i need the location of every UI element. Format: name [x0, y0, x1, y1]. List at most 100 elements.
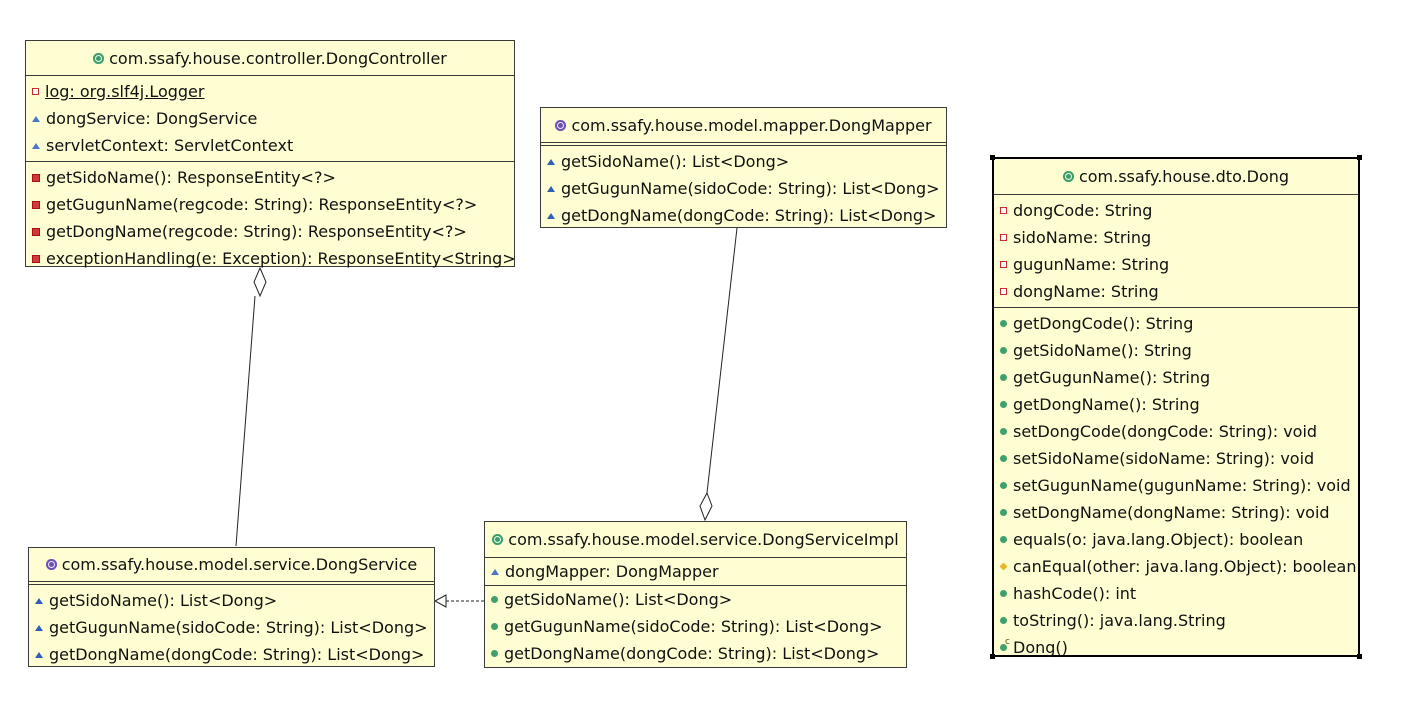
- package-field-icon: [32, 142, 40, 149]
- method-row[interactable]: hashCode(): int: [994, 580, 1358, 607]
- method-row[interactable]: setGugunName(gugunName: String): void: [994, 472, 1358, 499]
- private-field-icon: [1000, 207, 1007, 214]
- field-text: dongName: String: [1013, 282, 1159, 301]
- method-text: getGugunName(): String: [1013, 368, 1211, 387]
- method-text: toString(): java.lang.String: [1013, 611, 1226, 630]
- aggregation-diamond-impl: [699, 491, 713, 522]
- method-row[interactable]: getDongName(): String: [994, 391, 1358, 418]
- method-row[interactable]: getGugunName(sidoCode: String): List<Don…: [541, 175, 946, 202]
- class-box-dong-dto[interactable]: com.ssafy.house.dto.Dong dongCode: Strin…: [990, 155, 1362, 659]
- method-row[interactable]: getGugunName(sidoCode: String): List<Don…: [29, 614, 434, 641]
- method-row[interactable]: toString(): java.lang.String: [994, 607, 1358, 634]
- method-text: getSidoName(): ResponseEntity<?>: [46, 168, 336, 187]
- public-method-icon: [1000, 455, 1007, 462]
- class-name: com.ssafy.house.controller.DongControlle…: [109, 48, 447, 68]
- field-row[interactable]: dongCode: String: [994, 197, 1358, 224]
- method-row[interactable]: setDongName(dongName: String): void: [994, 499, 1358, 526]
- private-method-icon: [32, 254, 40, 263]
- method-row[interactable]: canEqual(other: java.lang.Object): boole…: [994, 553, 1358, 580]
- class-icon: [1062, 171, 1074, 182]
- public-method-icon: [1000, 482, 1007, 489]
- private-field-icon: [1000, 288, 1007, 295]
- public-method-icon: [1000, 536, 1007, 543]
- private-method-icon: [32, 227, 40, 236]
- field-row[interactable]: dongService: DongService: [26, 105, 514, 132]
- field-row[interactable]: servletContext: ServletContext: [26, 132, 514, 159]
- public-method-icon: [1000, 590, 1007, 597]
- constructor-icon: [1000, 637, 1010, 651]
- selection-handle[interactable]: [1357, 654, 1362, 659]
- methods-section: getSidoName(): List<Dong> getGugunName(s…: [485, 586, 906, 667]
- realization-arrowhead: [433, 594, 447, 608]
- selection-handle[interactable]: [990, 155, 995, 160]
- method-row[interactable]: getDongName(dongCode: String): List<Dong…: [29, 641, 434, 668]
- method-text: getDongName(dongCode: String): List<Dong…: [504, 644, 880, 663]
- class-title-dong: com.ssafy.house.dto.Dong: [994, 159, 1358, 195]
- interface-icon: [555, 119, 567, 131]
- package-method-icon: [547, 158, 555, 165]
- method-row[interactable]: getSidoName(): List<Dong>: [541, 148, 946, 175]
- protected-method-icon: [999, 562, 1008, 571]
- selection-handle[interactable]: [1357, 155, 1362, 160]
- method-row[interactable]: getDongCode(): String: [994, 310, 1358, 337]
- field-row[interactable]: log: org.slf4j.Logger: [26, 78, 514, 105]
- public-method-icon: [1000, 320, 1007, 327]
- selection-handle[interactable]: [990, 654, 995, 659]
- package-field-icon: [491, 568, 499, 575]
- package-method-icon: [547, 185, 555, 192]
- field-text: log: org.slf4j.Logger: [45, 82, 205, 101]
- private-method-icon: [32, 200, 40, 209]
- method-row[interactable]: getGugunName(sidoCode: String): List<Don…: [485, 613, 906, 640]
- methods-section: getSidoName(): List<Dong> getGugunName(s…: [541, 146, 946, 231]
- fields-section: log: org.slf4j.Logger dongService: DongS…: [26, 76, 514, 162]
- field-text: dongMapper: DongMapper: [505, 562, 719, 581]
- method-row[interactable]: getDongName(regcode: String): ResponseEn…: [26, 218, 514, 245]
- field-row[interactable]: dongMapper: DongMapper: [485, 558, 906, 585]
- method-text: setGugunName(gugunName: String): void: [1013, 476, 1351, 495]
- class-icon: [93, 52, 105, 64]
- field-text: dongCode: String: [1013, 201, 1153, 220]
- method-row[interactable]: getSidoName(): String: [994, 337, 1358, 364]
- interface-name: com.ssafy.house.model.service.DongServic…: [61, 555, 418, 574]
- method-text: getGugunName(regcode: String): ResponseE…: [46, 195, 478, 214]
- method-row[interactable]: Dong(): [994, 634, 1358, 661]
- method-row[interactable]: getSidoName(): ResponseEntity<?>: [26, 164, 514, 191]
- method-row[interactable]: getGugunName(): String: [994, 364, 1358, 391]
- interface-title-dong-service: com.ssafy.house.model.service.DongServic…: [29, 548, 434, 585]
- field-row[interactable]: gugunName: String: [994, 251, 1358, 278]
- method-text: getDongName(regcode: String): ResponseEn…: [46, 222, 467, 241]
- method-row[interactable]: getDongName(dongCode: String): List<Dong…: [541, 202, 946, 229]
- field-row[interactable]: dongName: String: [994, 278, 1358, 305]
- field-row[interactable]: sidoName: String: [994, 224, 1358, 251]
- method-text: getSidoName(): String: [1013, 341, 1192, 360]
- public-method-icon: [491, 650, 498, 657]
- method-row[interactable]: equals(o: java.lang.Object): boolean: [994, 526, 1358, 553]
- method-text: getDongName(): String: [1013, 395, 1200, 414]
- interface-box-dong-mapper[interactable]: com.ssafy.house.model.mapper.DongMapper …: [540, 107, 947, 228]
- method-text: setDongName(dongName: String): void: [1013, 503, 1330, 522]
- method-row[interactable]: getGugunName(regcode: String): ResponseE…: [26, 191, 514, 218]
- interface-name: com.ssafy.house.model.mapper.DongMapper: [571, 115, 932, 135]
- class-box-dong-controller[interactable]: com.ssafy.house.controller.DongControlle…: [25, 40, 516, 268]
- field-text: sidoName: String: [1013, 228, 1152, 247]
- interface-box-dong-service[interactable]: com.ssafy.house.model.service.DongServic…: [28, 547, 435, 667]
- class-box-dong-service-impl[interactable]: com.ssafy.house.model.service.DongServic…: [484, 521, 907, 668]
- method-text: getGugunName(sidoCode: String): List<Don…: [504, 617, 883, 636]
- public-method-icon: [1000, 374, 1007, 381]
- method-row[interactable]: getSidoName(): List<Dong>: [485, 586, 906, 613]
- class-icon: [492, 534, 504, 545]
- package-method-icon: [35, 651, 43, 658]
- method-text: getDongCode(): String: [1013, 314, 1194, 333]
- method-row[interactable]: getDongName(dongCode: String): List<Dong…: [485, 640, 906, 667]
- field-text: servletContext: ServletContext: [46, 136, 294, 155]
- method-row[interactable]: getSidoName(): List<Dong>: [29, 587, 434, 614]
- public-method-icon: [491, 623, 498, 630]
- aggregation-line-controller-service: [235, 295, 256, 547]
- method-row[interactable]: exceptionHandling(e: Exception): Respons…: [26, 245, 516, 272]
- method-text: exceptionHandling(e: Exception): Respons…: [46, 249, 516, 268]
- package-method-icon: [547, 212, 555, 219]
- methods-section: getSidoName(): ResponseEntity<?> getGugu…: [26, 162, 516, 274]
- method-row[interactable]: setSidoName(sidoName: String): void: [994, 445, 1358, 472]
- method-text: getGugunName(sidoCode: String): List<Don…: [561, 179, 940, 198]
- method-row[interactable]: setDongCode(dongCode: String): void: [994, 418, 1358, 445]
